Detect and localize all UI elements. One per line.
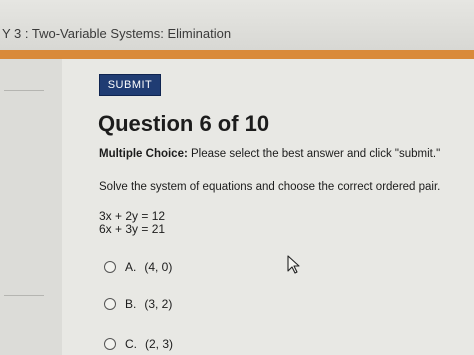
option-letter: B. xyxy=(125,297,137,311)
option-value: (4, 0) xyxy=(144,260,173,274)
answer-option-a[interactable]: A. (4, 0) xyxy=(104,258,172,276)
accent-strip xyxy=(0,50,474,59)
equation-2: 6x + 3y = 21 xyxy=(99,222,166,236)
left-panel xyxy=(0,59,63,355)
radio-icon[interactable] xyxy=(104,261,116,273)
option-value: (3, 2) xyxy=(144,297,173,311)
question-type-label: Multiple Choice: xyxy=(99,148,188,160)
top-bar: Y 3 : Two-Variable Systems: Elimination xyxy=(0,0,474,51)
option-value: (2, 3) xyxy=(145,337,174,351)
submit-button[interactable]: SUBMIT xyxy=(99,74,161,96)
divider xyxy=(4,90,44,91)
equation-1: 3x + 2y = 12 xyxy=(99,209,166,223)
option-letter: C. xyxy=(125,337,137,351)
option-letter: A. xyxy=(125,260,137,274)
divider xyxy=(4,295,44,296)
lesson-title: Y 3 : Two-Variable Systems: Elimination xyxy=(2,26,232,41)
radio-icon[interactable] xyxy=(104,298,116,310)
answer-option-b[interactable]: B. (3, 2) xyxy=(104,295,172,313)
radio-icon[interactable] xyxy=(104,338,116,350)
question-prompt: Solve the system of equations and choose… xyxy=(99,181,441,193)
question-panel: SUBMIT Question 6 of 10 Multiple Choice:… xyxy=(62,59,474,355)
mouse-pointer-icon xyxy=(287,255,300,274)
answer-option-c[interactable]: C. (2, 3) xyxy=(104,335,173,353)
instruction-text: Please select the best answer and click … xyxy=(191,148,441,160)
instructions: Multiple Choice: Please select the best … xyxy=(99,148,440,160)
question-title: Question 6 of 10 xyxy=(98,111,270,136)
